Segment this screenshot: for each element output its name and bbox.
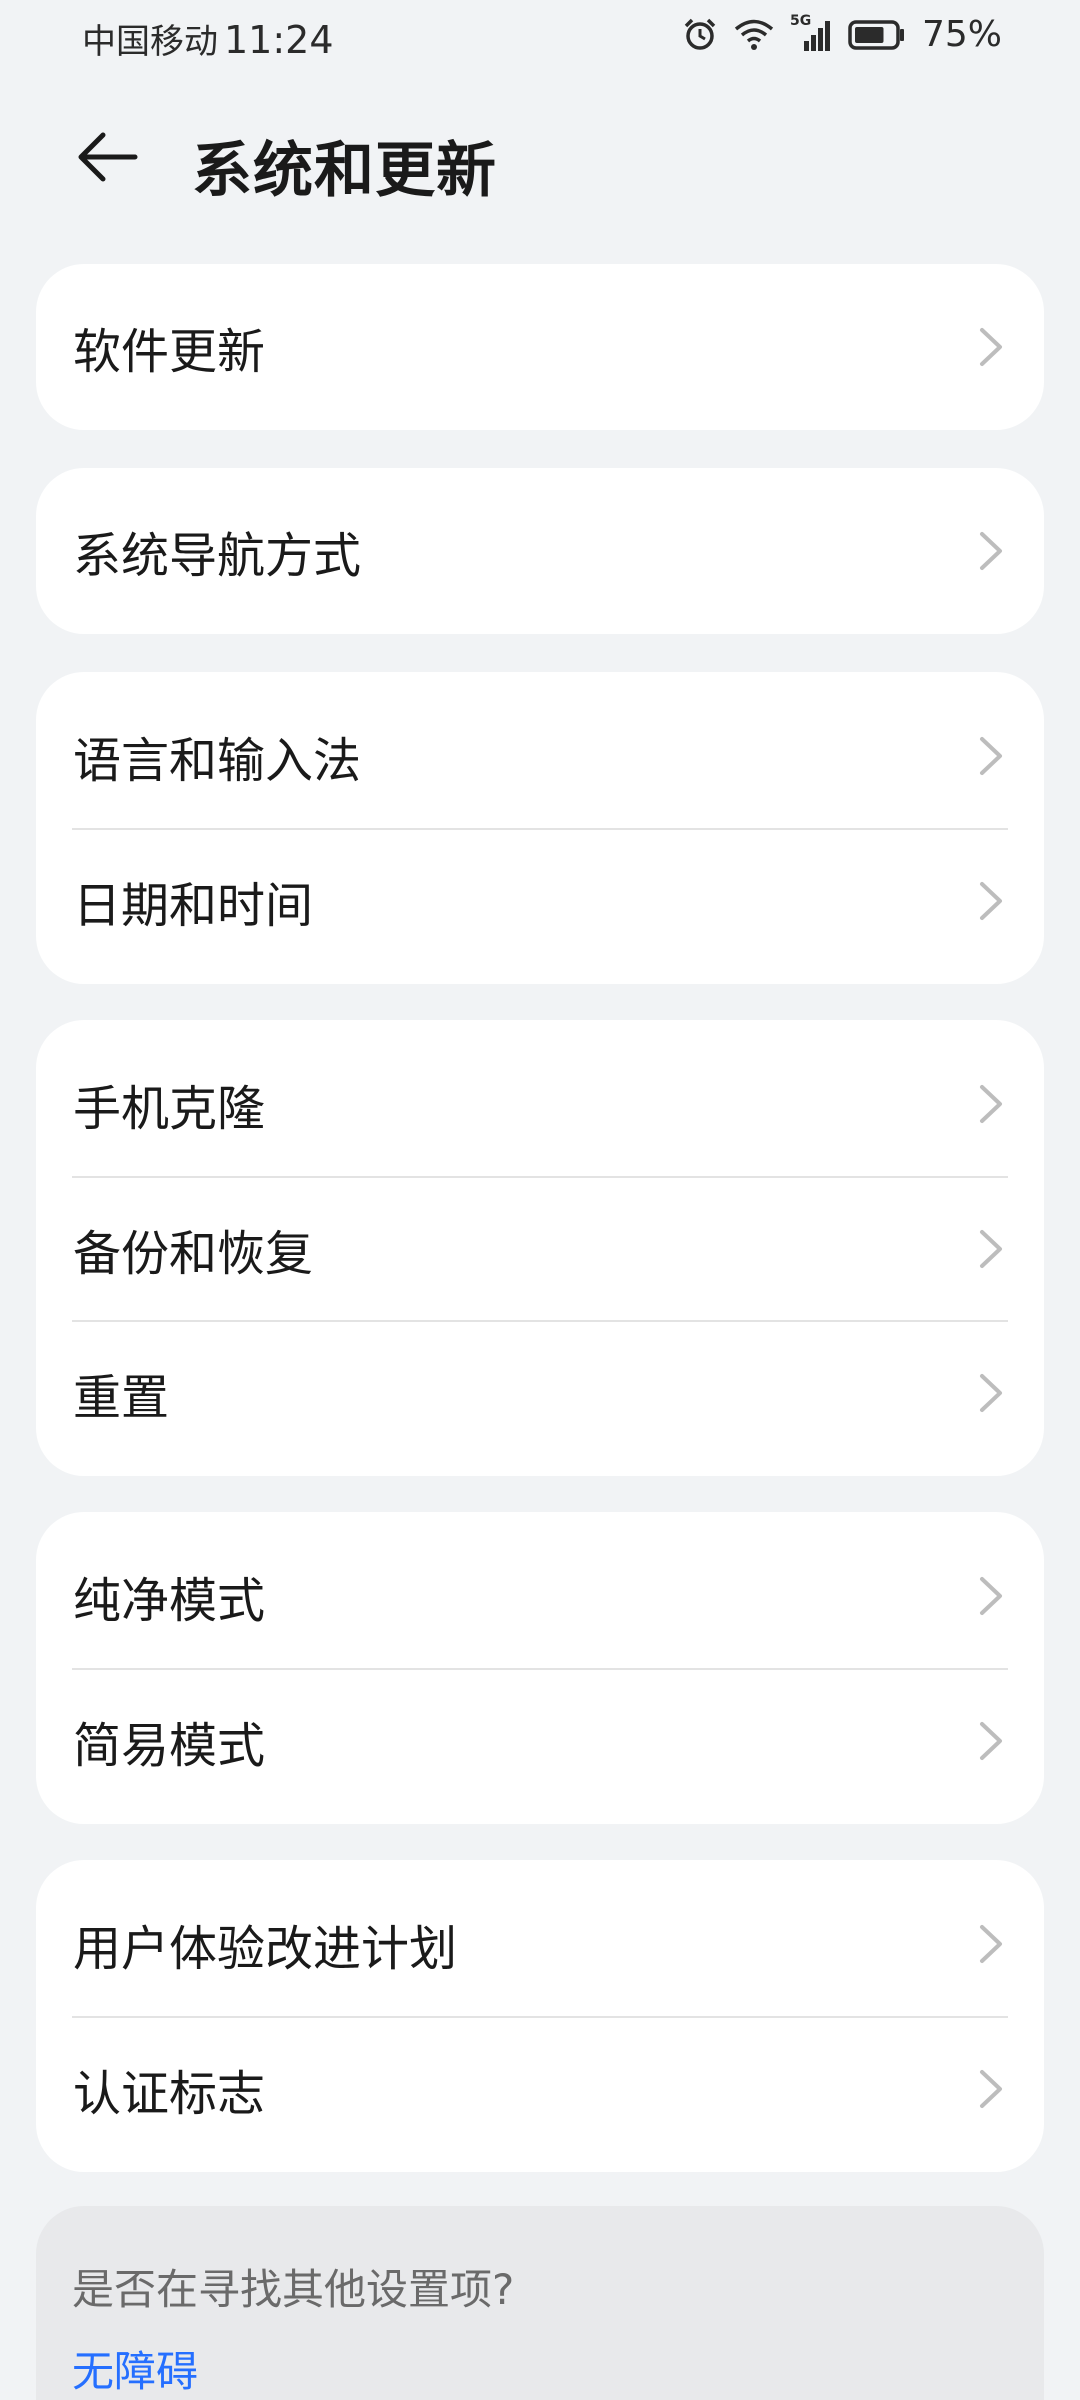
settings-group-software: 软件更新 xyxy=(36,264,1044,430)
clock: 11:24 xyxy=(224,18,334,62)
settings-item-label: 简易模式 xyxy=(73,1718,266,1774)
settings-item-label: 语言和输入法 xyxy=(73,733,362,789)
chevron-right-icon xyxy=(980,1085,1002,1123)
wifi-icon xyxy=(734,18,774,52)
settings-item-phone-clone[interactable]: 手机克隆 xyxy=(72,1032,1008,1176)
settings-item-backup-restore[interactable]: 备份和恢复 xyxy=(72,1176,1008,1320)
chevron-right-icon xyxy=(980,532,1002,570)
suggestion-card: 是否在寻找其他设置项? 无障碍 xyxy=(36,2206,1044,2400)
settings-group-modes: 纯净模式 简易模式 xyxy=(36,1512,1044,1824)
chevron-right-icon xyxy=(980,1925,1002,1963)
app-header: 系统和更新 xyxy=(0,100,1080,220)
settings-item-label: 系统导航方式 xyxy=(73,528,362,584)
chevron-right-icon xyxy=(980,2070,1002,2108)
chevron-right-icon xyxy=(980,737,1002,775)
battery-icon xyxy=(848,19,906,50)
chevron-right-icon xyxy=(980,1374,1002,1412)
settings-item-certification[interactable]: 认证标志 xyxy=(72,2016,1008,2160)
settings-item-label: 纯净模式 xyxy=(73,1573,266,1629)
settings-item-user-experience[interactable]: 用户体验改进计划 xyxy=(72,1872,1008,2016)
settings-item-system-navigation[interactable]: 系统导航方式 xyxy=(72,468,1008,634)
chevron-right-icon xyxy=(980,1230,1002,1268)
settings-item-reset[interactable]: 重置 xyxy=(72,1320,1008,1464)
settings-item-software-update[interactable]: 软件更新 xyxy=(72,264,1008,430)
chevron-right-icon xyxy=(980,1722,1002,1760)
settings-item-label: 认证标志 xyxy=(73,2066,266,2122)
settings-group-navigation: 系统导航方式 xyxy=(36,468,1044,634)
settings-item-label: 软件更新 xyxy=(73,324,266,380)
settings-item-pure-mode[interactable]: 纯净模式 xyxy=(72,1524,1008,1668)
settings-group-backup: 手机克隆 备份和恢复 重置 xyxy=(36,1020,1044,1476)
chevron-right-icon xyxy=(980,328,1002,366)
settings-screen: 中国移动 11:24 5G 75% 系统和更新 软件更新 系统导航方式 语言和输… xyxy=(0,0,1080,2400)
accessibility-link[interactable]: 无障碍 xyxy=(72,2338,198,2399)
settings-item-simple-mode[interactable]: 简易模式 xyxy=(72,1668,1008,1812)
status-right: 5G 75% xyxy=(682,13,1002,55)
settings-item-label: 手机克隆 xyxy=(73,1081,266,1137)
settings-item-label: 用户体验改进计划 xyxy=(73,1921,458,1977)
battery-percent: 75% xyxy=(921,14,1002,55)
settings-group-experience: 用户体验改进计划 认证标志 xyxy=(36,1860,1044,2172)
page-title: 系统和更新 xyxy=(192,136,497,206)
alarm-icon xyxy=(682,17,718,53)
status-bar: 中国移动 11:24 5G 75% xyxy=(0,0,1080,74)
settings-item-date-time[interactable]: 日期和时间 xyxy=(72,828,1008,972)
settings-item-language-input[interactable]: 语言和输入法 xyxy=(72,684,1008,828)
settings-item-label: 重置 xyxy=(73,1370,170,1426)
back-button[interactable] xyxy=(62,114,152,204)
chevron-right-icon xyxy=(980,1577,1002,1615)
back-arrow-icon xyxy=(75,129,139,189)
settings-item-label: 备份和恢复 xyxy=(73,1226,314,1282)
carrier-name: 中国移动 xyxy=(82,22,218,62)
suggestion-question: 是否在寻找其他设置项? xyxy=(72,2265,515,2314)
status-left: 中国移动 11:24 xyxy=(82,14,334,63)
settings-group-language-time: 语言和输入法 日期和时间 xyxy=(36,672,1044,984)
settings-item-label: 日期和时间 xyxy=(73,878,314,934)
chevron-right-icon xyxy=(980,882,1002,920)
cellular-signal-icon: 5G xyxy=(790,13,832,53)
